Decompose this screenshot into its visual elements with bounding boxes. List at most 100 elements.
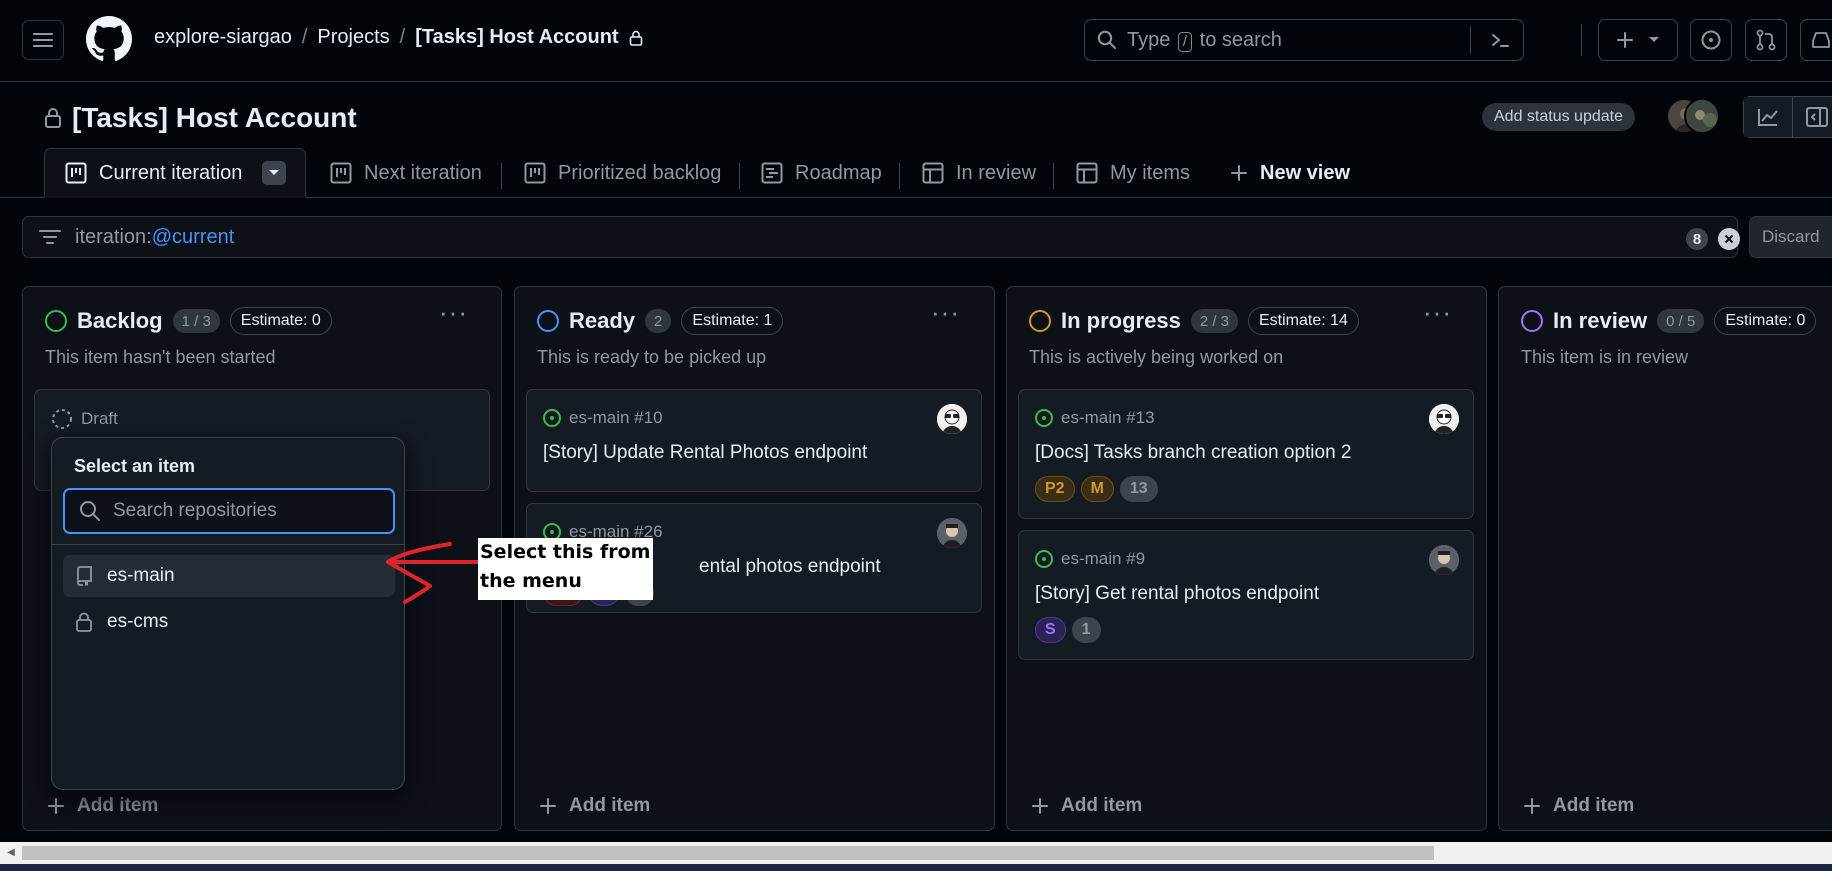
tab-roadmap[interactable]: Roadmap bbox=[761, 148, 882, 198]
tab-next-iteration[interactable]: Next iteration bbox=[330, 148, 482, 198]
estimate-badge: Estimate: 0 bbox=[1714, 307, 1817, 335]
assignee-avatar[interactable] bbox=[1429, 545, 1459, 575]
menu-button[interactable] bbox=[22, 20, 64, 60]
issue-card[interactable]: es-main #13 [Docs] Tasks branch creation… bbox=[1018, 389, 1474, 519]
issues-button[interactable] bbox=[1690, 19, 1732, 61]
create-new-button[interactable] bbox=[1598, 19, 1678, 61]
add-item-button[interactable]: Add item bbox=[1031, 795, 1142, 817]
plus-icon bbox=[1524, 798, 1540, 814]
project-toolbar bbox=[1743, 96, 1832, 138]
project-title: [Tasks] Host Account bbox=[44, 102, 357, 134]
discard-button[interactable]: Discard bbox=[1749, 216, 1832, 258]
close-icon bbox=[1724, 234, 1734, 244]
tab-in-review[interactable]: In review bbox=[922, 148, 1036, 198]
tab-options-button[interactable] bbox=[262, 161, 287, 185]
table-icon bbox=[1076, 162, 1098, 184]
size-label: M bbox=[1080, 476, 1114, 502]
lock-icon bbox=[76, 612, 92, 632]
tab-prioritized-backlog[interactable]: Prioritized backlog bbox=[524, 148, 721, 198]
plus-icon bbox=[1231, 165, 1247, 181]
card-title[interactable]: [Story] Update Rental Photos endpoint bbox=[543, 442, 867, 464]
breadcrumb-projects[interactable]: Projects bbox=[317, 26, 389, 49]
issue-ref: es-main #9 bbox=[1061, 549, 1146, 568]
estimate-label: 13 bbox=[1119, 476, 1158, 502]
tab-current-iteration[interactable]: Current iteration bbox=[44, 148, 306, 198]
column-menu-button[interactable]: ··· bbox=[931, 299, 960, 325]
card-meta: es-main #10 bbox=[543, 408, 663, 428]
column-header: In review 0 / 5 Estimate: 0 bbox=[1521, 307, 1817, 335]
issue-card[interactable]: es-main #9 [Story] Get rental photos end… bbox=[1018, 530, 1474, 660]
card-labels: P2 M 13 bbox=[1035, 476, 1158, 502]
collaborator-avatars[interactable] bbox=[1666, 98, 1720, 136]
insights-button[interactable] bbox=[1744, 97, 1793, 137]
caret-down-icon bbox=[1649, 37, 1659, 42]
repository-search-field[interactable] bbox=[63, 488, 395, 534]
column-menu-button[interactable]: ··· bbox=[439, 299, 468, 325]
status-dot-icon bbox=[1521, 310, 1543, 332]
global-search-input[interactable]: Type / to search bbox=[1084, 19, 1524, 61]
column-menu-button[interactable]: ··· bbox=[1423, 299, 1452, 325]
repo-option-es-cms[interactable]: es-cms bbox=[63, 601, 395, 643]
assignee-avatar[interactable] bbox=[937, 518, 967, 548]
filter-input[interactable]: iteration:@current 8 bbox=[22, 216, 1740, 258]
hamburger-icon bbox=[33, 33, 53, 47]
item-count-badge: 2 / 3 bbox=[1190, 309, 1238, 333]
item-count-badge: 2 bbox=[645, 309, 672, 333]
card-title[interactable]: ental photos endpoint bbox=[699, 556, 881, 578]
clear-filter-button[interactable] bbox=[1718, 228, 1740, 250]
card-labels: S 1 bbox=[1035, 617, 1101, 643]
draft-icon bbox=[52, 409, 72, 429]
estimate-badge: Estimate: 14 bbox=[1248, 307, 1359, 335]
filter-query: iteration:@current bbox=[75, 225, 235, 248]
divider bbox=[1470, 26, 1471, 54]
tab-label: Current iteration bbox=[99, 161, 243, 184]
draft-label: Draft bbox=[81, 409, 118, 428]
column-description: This is ready to be picked up bbox=[537, 347, 767, 367]
card-title[interactable]: [Docs] Tasks branch creation option 2 bbox=[1035, 442, 1352, 464]
annotation-line: Select this from bbox=[480, 541, 651, 563]
add-item-label: Add item bbox=[569, 795, 651, 816]
plus-icon bbox=[1617, 32, 1633, 48]
breadcrumb-org[interactable]: explore-siargao bbox=[154, 26, 292, 49]
command-palette-icon[interactable] bbox=[1489, 29, 1511, 51]
issue-open-icon bbox=[1035, 409, 1053, 427]
issue-opened-icon bbox=[1701, 30, 1721, 50]
card-title[interactable]: [Story] Get rental photos endpoint bbox=[1035, 583, 1319, 605]
horizontal-scrollbar[interactable]: ◀ bbox=[0, 842, 1832, 864]
repo-icon bbox=[77, 566, 92, 586]
column-header: In progress 2 / 3 Estimate: 14 bbox=[1029, 307, 1359, 335]
assignee-avatar[interactable] bbox=[937, 404, 967, 434]
scroll-left-icon[interactable]: ◀ bbox=[4, 846, 18, 860]
pull-requests-button[interactable] bbox=[1745, 19, 1787, 61]
tab-my-items[interactable]: My items bbox=[1076, 148, 1190, 198]
add-item-button[interactable]: Add item bbox=[1523, 795, 1634, 817]
issue-card[interactable]: es-main #10 [Story] Update Rental Photos… bbox=[526, 389, 982, 492]
select-item-popup: Select an item es-main es-cms bbox=[51, 437, 405, 790]
breadcrumb-project[interactable]: [Tasks] Host Account bbox=[415, 26, 618, 49]
item-count-badge: 0 / 5 bbox=[1657, 309, 1705, 333]
column-description: This item hasn't been started bbox=[45, 347, 276, 367]
board-icon bbox=[524, 162, 546, 184]
tab-label: Prioritized backlog bbox=[558, 161, 722, 184]
filter-result-count: 8 bbox=[1686, 228, 1708, 250]
lock-icon bbox=[629, 30, 642, 46]
status-dot-icon bbox=[537, 310, 559, 332]
tab-label: Next iteration bbox=[364, 161, 482, 184]
add-item-label: Add item bbox=[1553, 795, 1635, 816]
github-logo-icon[interactable] bbox=[86, 16, 132, 62]
scrollbar-thumb[interactable] bbox=[22, 846, 1434, 860]
divider bbox=[1581, 24, 1582, 56]
issue-ref: es-main #13 bbox=[1061, 408, 1155, 427]
repository-search-input[interactable] bbox=[113, 500, 373, 522]
new-view-button[interactable]: New view bbox=[1230, 148, 1350, 198]
inbox-button[interactable] bbox=[1800, 19, 1832, 61]
board-icon bbox=[330, 162, 352, 184]
size-label: S bbox=[1035, 617, 1066, 643]
add-item-button[interactable]: Add item bbox=[539, 795, 650, 817]
side-panel-button[interactable] bbox=[1793, 97, 1832, 137]
repo-option-es-main[interactable]: es-main bbox=[63, 555, 395, 597]
column-description: This item is in review bbox=[1521, 347, 1689, 367]
add-status-update-button[interactable]: Add status update bbox=[1482, 103, 1635, 131]
add-item-button[interactable]: Add item bbox=[47, 795, 158, 817]
assignee-avatar[interactable] bbox=[1429, 404, 1459, 434]
